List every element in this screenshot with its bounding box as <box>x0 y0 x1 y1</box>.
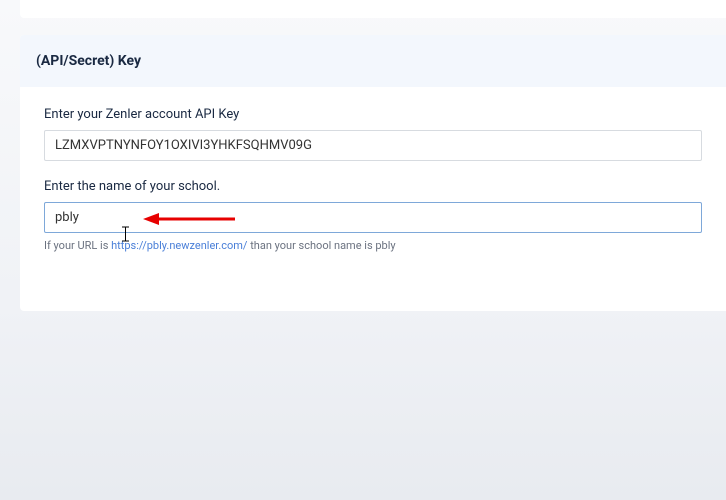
card-header: (API/Secret) Key <box>20 35 726 87</box>
previous-card-edge <box>20 0 726 18</box>
api-secret-key-card: (API/Secret) Key Enter your Zenler accou… <box>20 35 726 311</box>
card-body: Enter your Zenler account API Key Enter … <box>20 87 726 311</box>
school-name-helper: If your URL is https://pbly.newzenler.co… <box>44 238 702 253</box>
school-name-input[interactable] <box>44 202 702 233</box>
school-name-field-group: Enter the name of your school. If your U… <box>44 179 702 253</box>
school-name-label: Enter the name of your school. <box>44 179 702 194</box>
api-key-input[interactable] <box>44 130 702 161</box>
api-key-field-group: Enter your Zenler account API Key <box>44 107 702 161</box>
api-key-label: Enter your Zenler account API Key <box>44 107 702 122</box>
helper-prefix: If your URL is <box>44 239 111 252</box>
helper-link[interactable]: https://pbly.newzenler.com/ <box>111 239 247 252</box>
helper-suffix: than your school name is pbly <box>247 239 395 252</box>
section-title: (API/Secret) Key <box>36 53 710 69</box>
